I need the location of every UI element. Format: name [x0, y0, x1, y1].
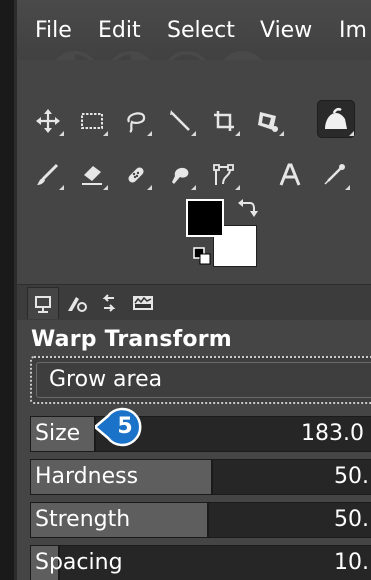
- device-status-tab-icon[interactable]: [61, 287, 93, 319]
- color-picker-tool-icon[interactable]: [317, 158, 351, 192]
- gimp-window: ◐◑◒◓ File Edit Select View Im: [0, 0, 371, 580]
- size-value[interactable]: 183.0: [301, 420, 364, 448]
- menu-bar: ◐◑◒◓ File Edit Select View Im: [17, 0, 371, 103]
- default-colors-icon[interactable]: [193, 247, 211, 265]
- paintbrush-tool-icon[interactable]: [31, 158, 65, 192]
- crop-tool-icon[interactable]: [207, 104, 241, 138]
- spacing-label: Spacing: [35, 550, 123, 575]
- menu-image[interactable]: Im: [339, 17, 367, 45]
- warp-behavior-dropdown[interactable]: Grow area: [30, 356, 371, 404]
- step-number: 5: [117, 414, 133, 439]
- hardness-label: Hardness: [35, 464, 139, 489]
- strength-slider[interactable]: Strength 50.: [30, 502, 371, 538]
- text-tool-icon[interactable]: [273, 158, 307, 192]
- strength-label: Strength: [35, 507, 131, 532]
- warp-transform-tool-icon[interactable]: [317, 100, 355, 138]
- warp-behavior-value: Grow area: [49, 367, 163, 392]
- strength-value[interactable]: 50.: [334, 506, 369, 534]
- window-left-edge: [0, 0, 14, 580]
- size-slider[interactable]: Size 183.0: [30, 416, 371, 452]
- foreground-color-swatch[interactable]: [186, 199, 224, 237]
- hardness-slider[interactable]: Hardness 50.: [30, 459, 371, 495]
- fuzzy-select-tool-icon[interactable]: [163, 104, 197, 138]
- step-callout-badge: 5: [93, 403, 155, 451]
- tool-options-title: Warp Transform: [31, 327, 232, 352]
- free-select-tool-icon[interactable]: [119, 104, 153, 138]
- unified-transform-tool-icon[interactable]: [251, 104, 285, 138]
- size-label: Size: [35, 421, 81, 446]
- undo-history-tab-icon[interactable]: [93, 287, 125, 319]
- spacing-slider[interactable]: Spacing 10.: [30, 545, 371, 580]
- heal-tool-icon[interactable]: [119, 158, 153, 192]
- smudge-tool-icon[interactable]: [163, 158, 197, 192]
- dock-tab-bar: [17, 284, 371, 321]
- menu-select[interactable]: Select: [167, 17, 235, 45]
- menu-edit[interactable]: Edit: [98, 17, 141, 45]
- rect-select-tool-icon[interactable]: [75, 104, 109, 138]
- menu-file[interactable]: File: [35, 17, 72, 45]
- hardness-value[interactable]: 50.: [334, 463, 369, 491]
- menu-view[interactable]: View: [260, 17, 312, 45]
- images-tab-icon[interactable]: [127, 287, 159, 319]
- move-tool-icon[interactable]: [31, 104, 65, 138]
- tool-options-tab-icon[interactable]: [27, 287, 59, 319]
- eraser-tool-icon[interactable]: [75, 158, 109, 192]
- spacing-value[interactable]: 10.: [334, 549, 369, 577]
- swap-colors-icon[interactable]: [236, 197, 258, 219]
- paths-tool-icon[interactable]: [207, 158, 241, 192]
- tool-options-panel: Warp Transform Grow area Size 183.0 Hard…: [17, 320, 371, 580]
